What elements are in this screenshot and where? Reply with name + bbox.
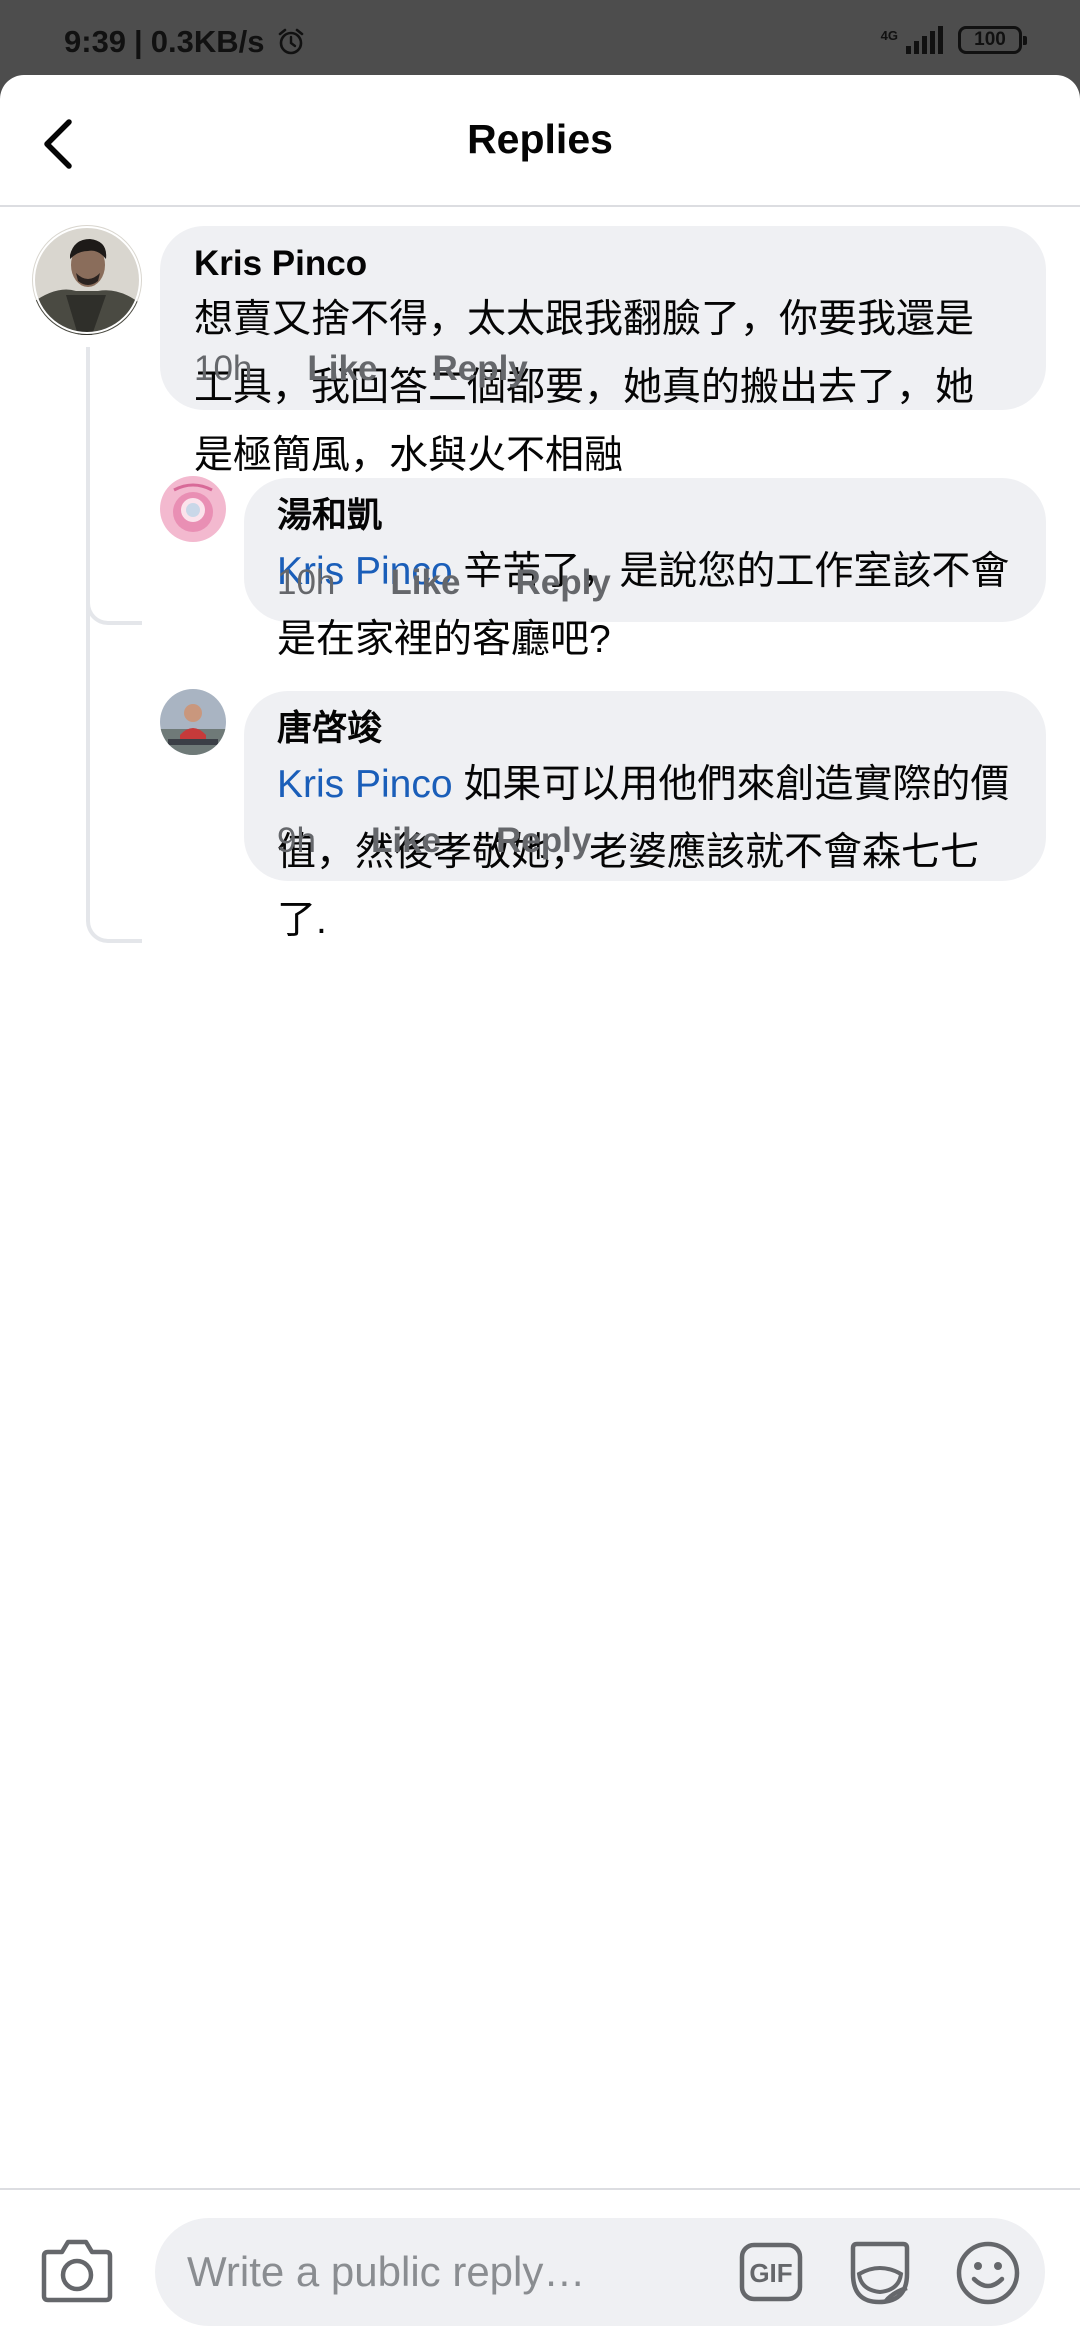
comment-author[interactable]: 唐啓竣 — [277, 707, 1022, 751]
like-button[interactable]: Like — [390, 565, 460, 600]
gif-icon: GIF — [739, 2242, 803, 2302]
replies-sheet: Replies Kris Pinco 想賣又捨不得，太太跟我翻臉了，你要我還是工… — [0, 75, 1080, 2340]
status-right: 4G 100 — [880, 26, 1027, 54]
camera-icon — [41, 2239, 113, 2303]
avatar-image — [160, 689, 226, 755]
mention-link[interactable]: Kris Pinco — [277, 763, 453, 806]
thread-connector — [86, 555, 142, 943]
page-title: Replies — [467, 116, 613, 162]
alarm-icon — [279, 28, 304, 54]
emoji-button[interactable] — [955, 2240, 1021, 2306]
status-time: 9:39 — [64, 24, 127, 59]
gif-button[interactable]: GIF — [739, 2242, 803, 2302]
avatar-image — [160, 476, 226, 542]
comment-author[interactable]: Kris Pinco — [194, 242, 1012, 286]
reply-button[interactable]: Reply — [432, 351, 527, 386]
comment-actions: 10h Like Reply — [277, 565, 611, 600]
sticker-icon — [850, 2241, 910, 2305]
comment-time[interactable]: 10h — [194, 351, 252, 386]
reply-button[interactable]: Reply — [496, 823, 591, 858]
comment-bubble[interactable]: 湯和凱 Kris Pinco 辛苦了，是說您的工作室該不會是在家裡的客廳吧? — [244, 478, 1046, 661]
status-bar: 9:39 | 0.3KB/s 4G 100 — [0, 0, 1080, 75]
avatar[interactable] — [160, 689, 226, 755]
avatar[interactable] — [160, 476, 226, 542]
camera-button[interactable] — [38, 2230, 116, 2308]
gif-label: GIF — [749, 2258, 792, 2288]
reply-box: GIF — [155, 2218, 1045, 2326]
status-left: 9:39 | 0.3KB/s — [64, 26, 306, 57]
network-type: 4G — [880, 27, 898, 43]
battery-icon: 100 — [958, 26, 1027, 54]
comment-text: Kris Pinco 辛苦了，是說您的工作室該不會是在家裡的客廳吧? — [277, 538, 1016, 674]
avatar-image — [32, 225, 142, 335]
status-separator: | — [134, 24, 143, 59]
comment-actions: 10h Like Reply — [194, 351, 528, 386]
comment-text: 想賣又捨不得，太太跟我翻臉了，你要我還是工具，我回答二個都要，她真的搬出去了，她… — [194, 298, 975, 477]
status-speed: 0.3KB/s — [150, 24, 265, 59]
comment-time[interactable]: 9h — [277, 823, 316, 858]
avatar[interactable] — [32, 225, 142, 335]
reply-input[interactable] — [187, 2218, 707, 2326]
comment-author[interactable]: 湯和凱 — [277, 494, 1016, 538]
reply-button[interactable]: Reply — [515, 565, 610, 600]
sticker-button[interactable] — [845, 2238, 915, 2308]
signal-icon — [906, 26, 943, 54]
battery-level: 100 — [974, 29, 1006, 50]
comment-time[interactable]: 10h — [277, 565, 335, 600]
header: Replies — [0, 75, 1080, 207]
comment-actions: 9h Like Reply — [277, 823, 591, 858]
reply-composer: GIF — [0, 2188, 1080, 2340]
like-button[interactable]: Like — [307, 351, 377, 386]
like-button[interactable]: Like — [371, 823, 441, 858]
emoji-icon — [956, 2241, 1020, 2305]
